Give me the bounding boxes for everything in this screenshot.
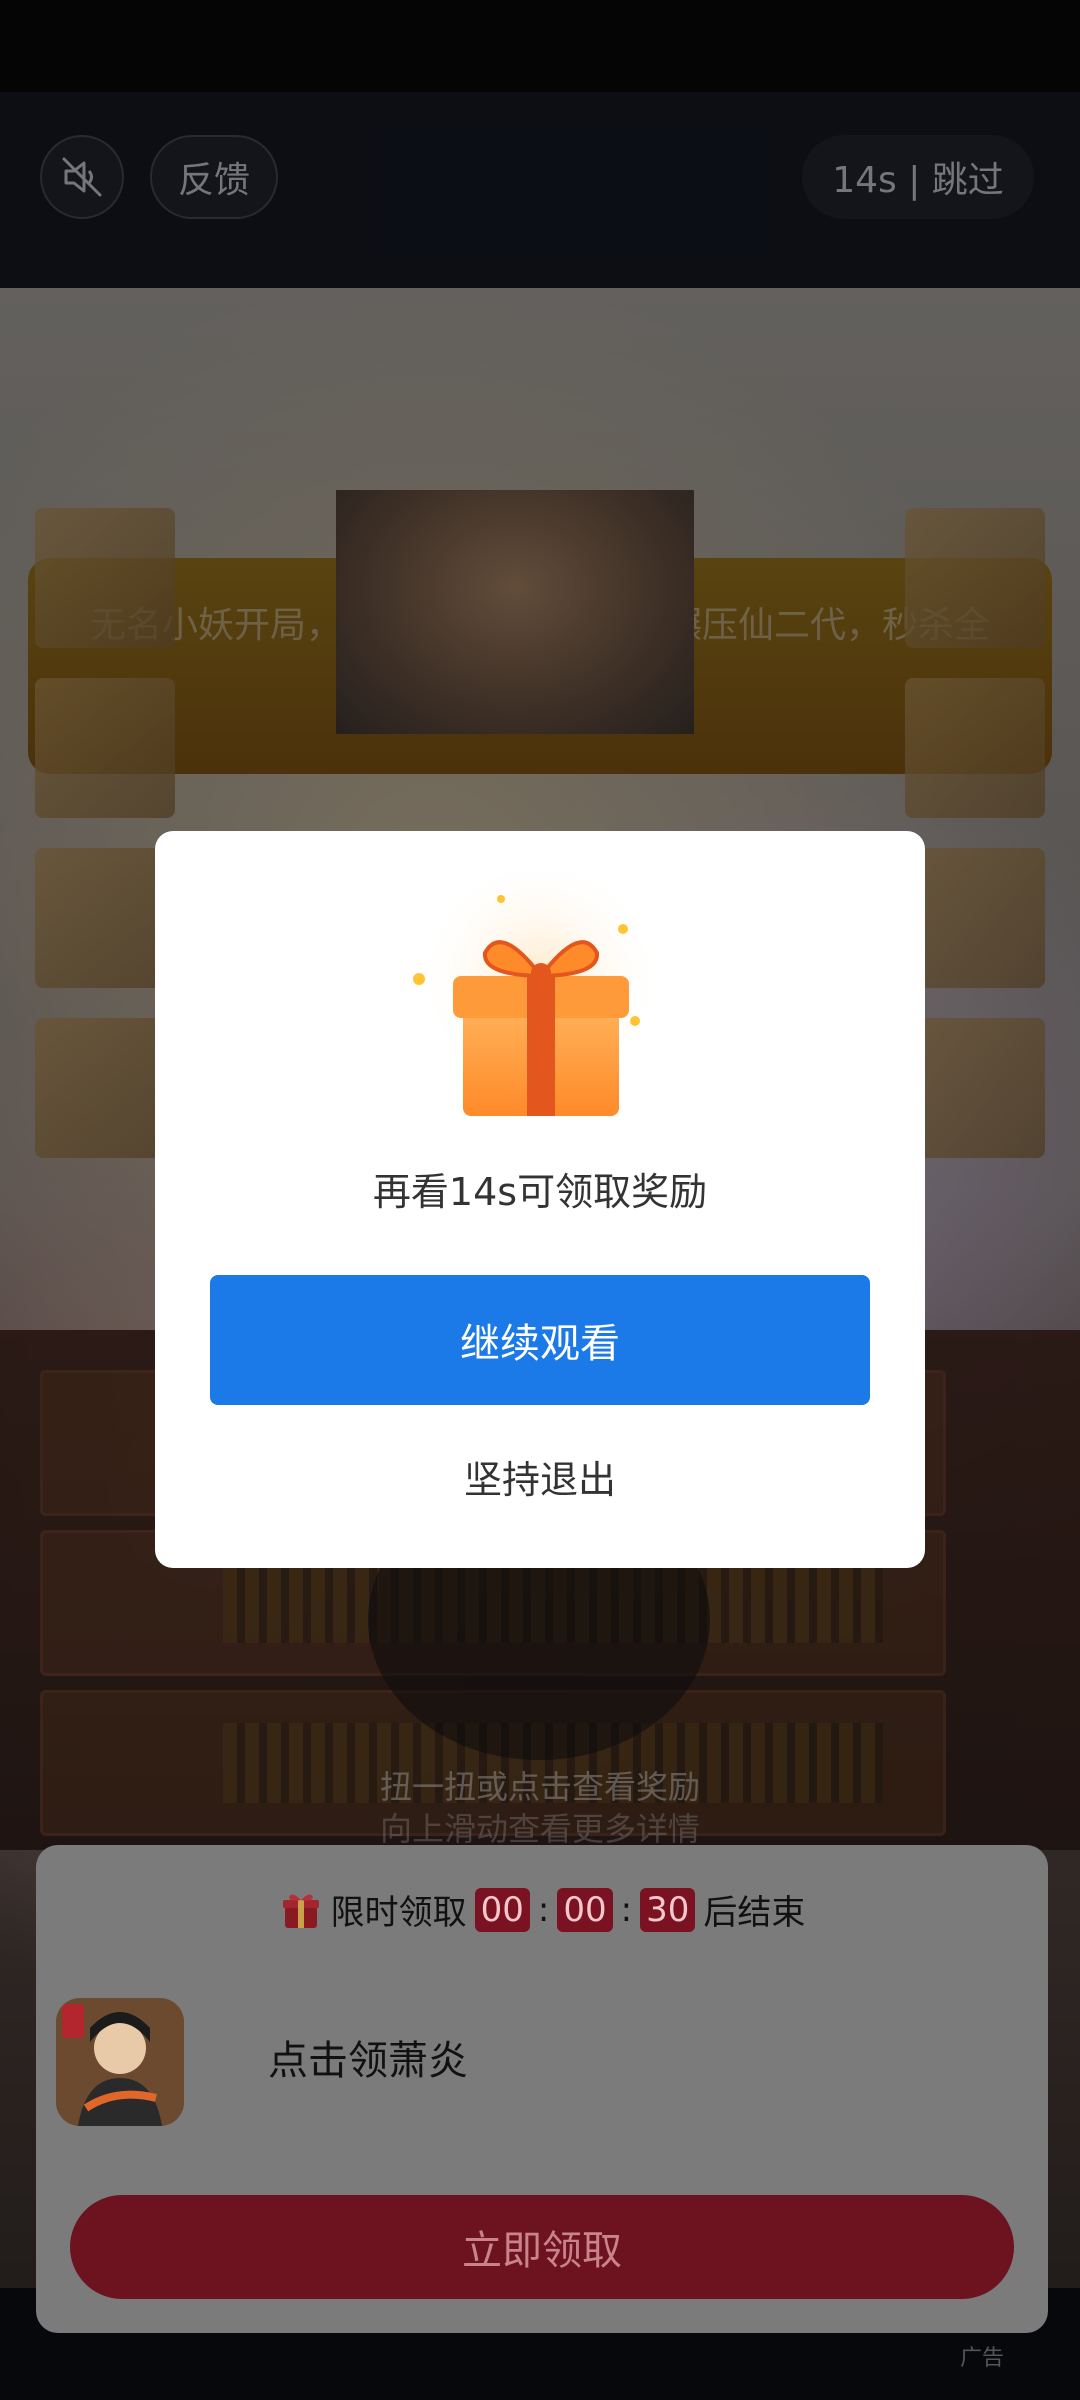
app-title[interactable]: 点击领萧炎 [268, 2028, 468, 2086]
insist-exit-button[interactable]: 坚持退出 [210, 1431, 870, 1521]
countdown-suffix: 后结束 [703, 1893, 806, 1933]
ad-label: 广告 [960, 2346, 1005, 2371]
countdown-prefix: 限时领取 [330, 1893, 467, 1933]
countdown-seconds: 30 [640, 1887, 696, 1932]
app-icon[interactable] [56, 1998, 184, 2126]
continue-watching-button[interactable]: 继续观看 [210, 1275, 870, 1405]
character-avatar-icon [56, 1998, 184, 2126]
countdown-minutes: 00 [557, 1887, 613, 1932]
gift-box-icon [413, 871, 665, 1116]
gift-icon [282, 1893, 319, 1928]
countdown-row: 限时领取 00:00:30 后结束 [36, 1885, 1048, 1934]
reward-dialog: 再看14s可领取奖励 继续观看 坚持退出 [155, 831, 925, 1568]
dialog-message: 再看14s可领取奖励 [372, 1170, 708, 1214]
countdown-hours: 00 [474, 1887, 530, 1932]
claim-now-button[interactable]: 立即领取 [70, 2195, 1014, 2299]
countdown-separator: : [620, 1889, 633, 1930]
countdown-separator: : [537, 1889, 550, 1930]
